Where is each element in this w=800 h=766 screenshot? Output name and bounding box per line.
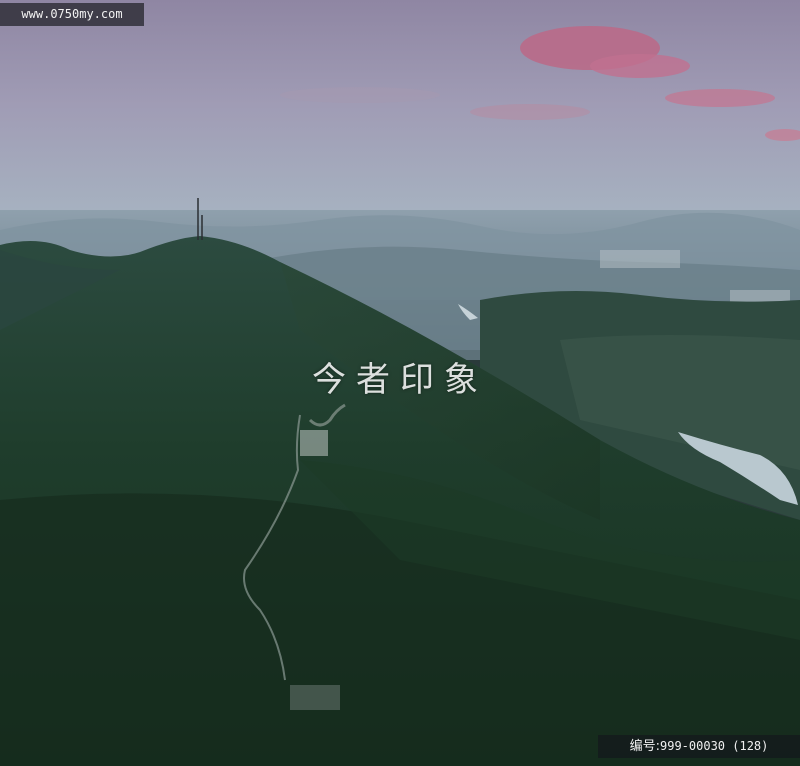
photo-id-value: 999-00030 (128) [660,739,769,753]
site-watermark: www.0750my.com [0,3,144,26]
center-watermark: 今者印象 [312,360,488,400]
photo-id-tag: 编号:999-00030 (128) [598,735,800,758]
photo-id-label: 编号: [629,739,660,754]
